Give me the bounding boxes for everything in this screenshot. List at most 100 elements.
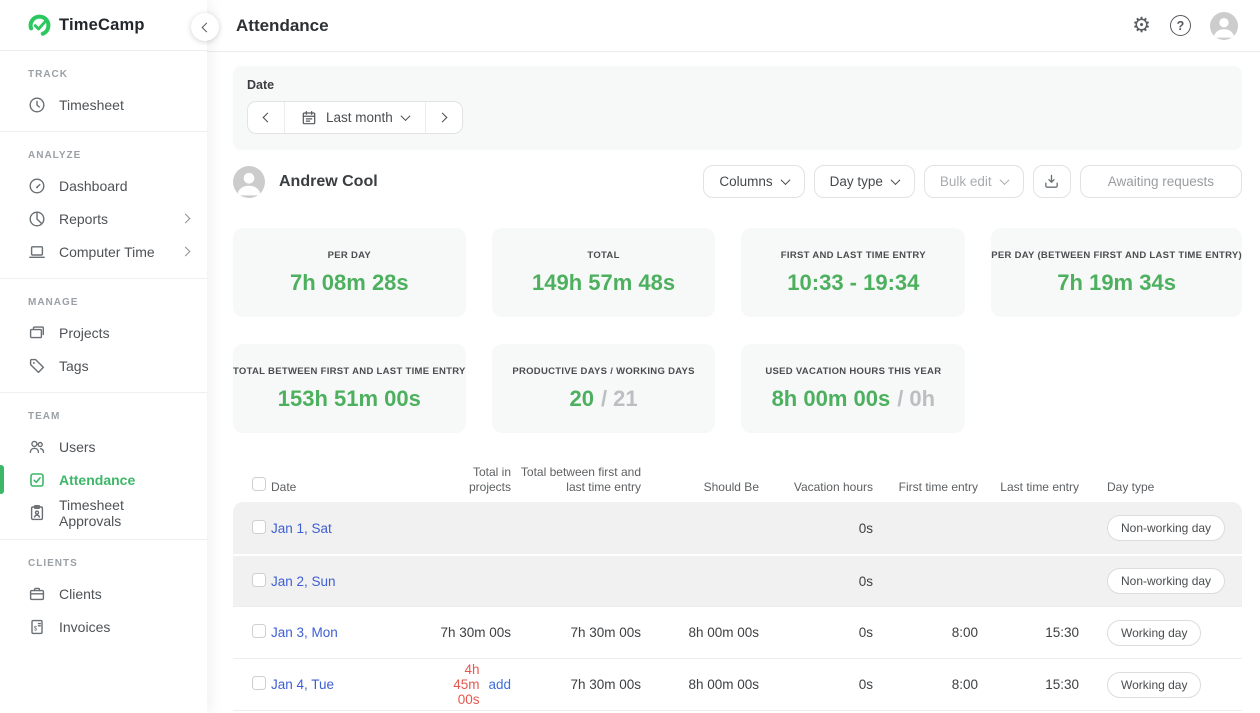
stat-value-secondary: / 21 (601, 386, 638, 412)
row-checkbox[interactable] (252, 624, 266, 638)
stat-value-secondary: / 0h (897, 386, 935, 412)
stat-label: TOTAL (587, 250, 619, 261)
section-label-clients: CLIENTS (0, 544, 207, 577)
export-button[interactable] (1033, 165, 1071, 198)
cell-should-be: 8h 00m 00s (641, 677, 759, 692)
sidebar-collapse-button[interactable] (191, 13, 219, 41)
chevron-right-icon (437, 113, 447, 123)
date-link[interactable]: Jan 2, Sun (271, 574, 336, 589)
stat-label: USED VACATION HOURS THIS YEAR (765, 366, 941, 377)
sidebar-item-label: Invoices (59, 619, 110, 635)
topbar: Attendance ⚙︎ ? (207, 0, 1260, 52)
awaiting-requests-button[interactable]: Awaiting requests (1080, 165, 1242, 198)
folder-icon (28, 324, 46, 342)
columns-button[interactable]: Columns (703, 165, 804, 198)
settings-icon[interactable]: ⚙︎ (1132, 15, 1151, 36)
day-type-badge[interactable]: Non-working day (1107, 515, 1225, 541)
timecamp-logo-icon (28, 14, 51, 37)
help-icon[interactable]: ? (1170, 15, 1191, 36)
stat-label: PER DAY (328, 250, 371, 261)
stat-card-productive-days: PRODUCTIVE DAYS / WORKING DAYS 20 / 21 (492, 344, 716, 433)
cell-vacation-hours: 0s (759, 677, 873, 692)
sidebar-item-timesheet-approvals[interactable]: Timesheet Approvals (0, 496, 207, 529)
stat-card-total: TOTAL 149h 57m 48s (492, 228, 716, 317)
sidebar: TimeCamp TRACK Timesheet ANALYZE Dashboa… (0, 0, 207, 713)
sidebar-item-dashboard[interactable]: Dashboard (0, 169, 207, 202)
cell-first-time-entry: 8:00 (873, 625, 978, 640)
select-all-checkbox[interactable] (252, 477, 266, 491)
row-checkbox[interactable] (252, 573, 266, 587)
pie-chart-icon (28, 210, 46, 228)
table-header: Date Total in projects Total between fir… (233, 460, 1242, 502)
row-checkbox[interactable] (252, 676, 266, 690)
toolbar: Columns Day type Bulk edit Awaiting requ… (703, 165, 1242, 198)
date-link[interactable]: Jan 3, Mon (271, 625, 338, 640)
attendance-table: Date Total in projects Total between fir… (233, 460, 1242, 713)
briefcase-icon (28, 585, 46, 603)
chevron-right-icon (181, 214, 191, 224)
sidebar-item-label: Dashboard (59, 178, 128, 194)
table-body: Jan 1, Sat 0s Non-working day Jan 2, Sun… (233, 502, 1242, 713)
add-time-link[interactable]: add (488, 677, 511, 692)
header-total-between: Total between first and last time entry (511, 465, 641, 494)
invoice-icon: $ (28, 618, 46, 636)
chevron-down-icon (999, 175, 1009, 185)
table-row: Jan 1, Sat 0s Non-working day (233, 502, 1242, 554)
bulk-edit-button[interactable]: Bulk edit (924, 165, 1024, 198)
cell-first-time-entry: 8:00 (873, 677, 978, 692)
date-filter-panel: Date Last month (233, 66, 1242, 150)
checkbox-icon (28, 471, 46, 489)
day-type-button-label: Day type (830, 174, 883, 189)
row-checkbox[interactable] (252, 520, 266, 534)
cell-last-time-entry: 15:30 (978, 677, 1079, 692)
sidebar-item-timesheet[interactable]: Timesheet (0, 88, 207, 121)
sidebar-item-label: Computer Time (59, 244, 155, 260)
period-dropdown[interactable]: Last month (284, 102, 425, 133)
nav-section-analyze: ANALYZE Dashboard Reports Computer Time (0, 132, 207, 279)
header-date: Date (271, 480, 435, 494)
date-link[interactable]: Jan 1, Sat (271, 521, 332, 536)
sidebar-item-label: Clients (59, 586, 102, 602)
header-total-in-projects: Total in projects (435, 465, 511, 494)
header-last-time-entry: Last time entry (978, 480, 1079, 494)
laptop-icon (28, 243, 46, 261)
chevron-left-icon (202, 22, 212, 32)
table-row: Jan 3, Mon 7h 30m 00s 7h 30m 00s 8h 00m … (233, 606, 1242, 658)
sidebar-item-tags[interactable]: Tags (0, 349, 207, 382)
sidebar-item-clients[interactable]: Clients (0, 577, 207, 610)
stat-label: TOTAL BETWEEN FIRST AND LAST TIME ENTRY (233, 366, 466, 377)
sidebar-item-attendance[interactable]: Attendance (0, 463, 207, 496)
logo[interactable]: TimeCamp (0, 0, 207, 51)
stat-card-per-day: PER DAY 7h 08m 28s (233, 228, 466, 317)
day-type-badge[interactable]: Non-working day (1107, 568, 1225, 594)
sidebar-item-users[interactable]: Users (0, 430, 207, 463)
sidebar-item-invoices[interactable]: $ Invoices (0, 610, 207, 643)
awaiting-requests-label: Awaiting requests (1108, 174, 1214, 189)
next-period-button[interactable] (425, 102, 462, 133)
sidebar-item-reports[interactable]: Reports (0, 202, 207, 235)
stat-card-per-day-between: PER DAY (BETWEEN FIRST AND LAST TIME ENT… (991, 228, 1242, 317)
date-link[interactable]: Jan 4, Tue (271, 677, 334, 692)
chevron-left-icon (263, 113, 273, 123)
period-value: Last month (326, 110, 393, 125)
section-label-analyze: ANALYZE (0, 136, 207, 169)
sidebar-item-label: Attendance (59, 472, 135, 488)
day-type-badge[interactable]: Working day (1107, 672, 1201, 698)
sidebar-item-projects[interactable]: Projects (0, 316, 207, 349)
day-type-button[interactable]: Day type (814, 165, 915, 198)
chevron-down-icon (890, 175, 900, 185)
stat-card-total-between: TOTAL BETWEEN FIRST AND LAST TIME ENTRY … (233, 344, 466, 433)
tag-icon (28, 357, 46, 375)
cell-vacation-hours: 0s (759, 574, 873, 589)
user-row: Andrew Cool Columns Day type Bulk edit (233, 165, 1242, 198)
cell-vacation-hours: 0s (759, 625, 873, 640)
previous-period-button[interactable] (248, 102, 284, 133)
sidebar-item-label: Timesheet Approvals (59, 497, 189, 529)
user-avatar[interactable] (1210, 12, 1238, 40)
section-label-team: TEAM (0, 397, 207, 430)
cell-total-between: 7h 30m 00s (511, 625, 641, 640)
date-range-control: Last month (247, 101, 463, 134)
sidebar-item-computer-time[interactable]: Computer Time (0, 235, 207, 268)
download-icon (1043, 173, 1060, 190)
day-type-badge[interactable]: Working day (1107, 620, 1201, 646)
